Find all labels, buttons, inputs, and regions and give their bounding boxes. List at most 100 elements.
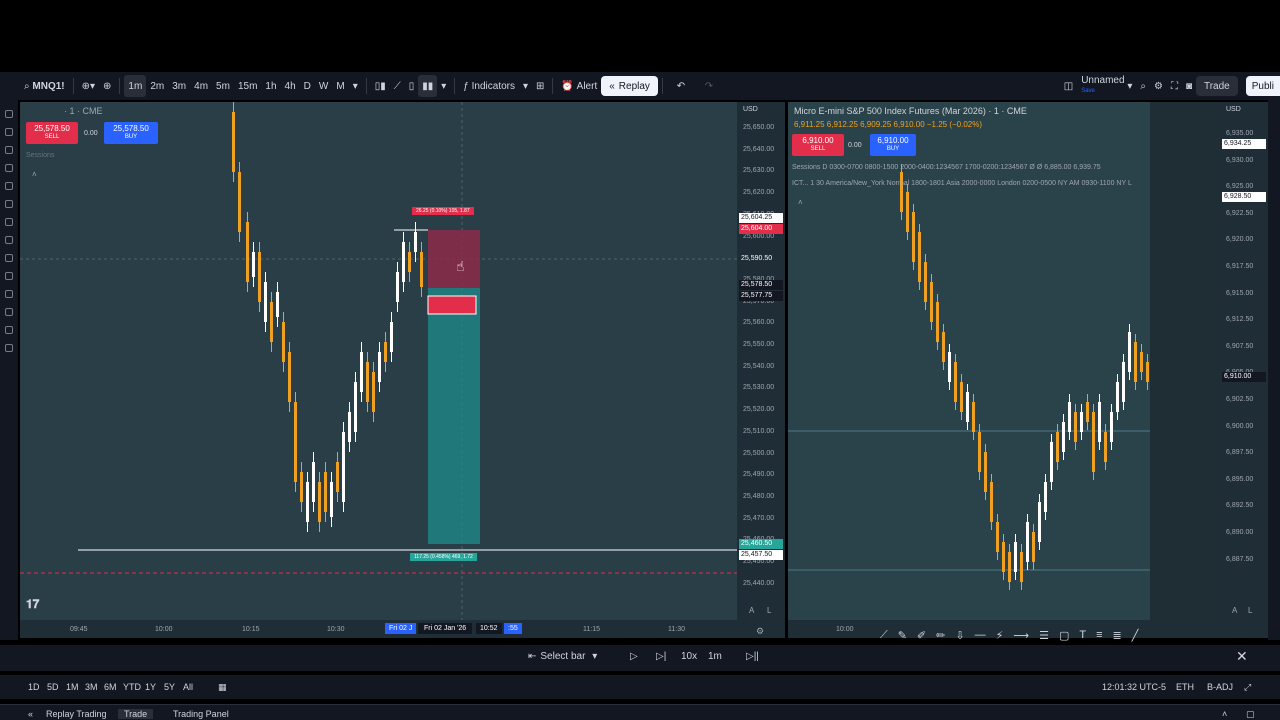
bars-icon[interactable]: ▯	[405, 75, 419, 97]
collapse-legend-icon[interactable]: ˄	[798, 198, 803, 207]
trade-button[interactable]: Trade	[1195, 76, 1238, 96]
cursor-icon[interactable]	[5, 110, 13, 118]
interval-1h[interactable]: 1h	[261, 75, 280, 97]
interval-15m[interactable]: 15m	[234, 75, 261, 97]
line-icon[interactable]: ╱	[1132, 629, 1139, 642]
buy-button[interactable]: 6,910.00 BUY	[870, 134, 916, 156]
chart-type-dropdown-icon[interactable]: ▾	[437, 75, 450, 97]
brush-icon[interactable]	[5, 164, 13, 172]
fib-icon[interactable]: ⚡	[996, 629, 1004, 642]
alert-button[interactable]: ⏰ Alert	[557, 75, 601, 97]
log-scale-toggle[interactable]: L	[1248, 606, 1252, 615]
camera-icon[interactable]: ◙	[1182, 75, 1196, 97]
auto-scale-toggle[interactable]: A	[1232, 606, 1237, 615]
compare-icon[interactable]: ⊕▾	[78, 75, 99, 97]
indicators-button[interactable]: ƒ Indicators	[459, 75, 519, 97]
gear-icon[interactable]: ⚙	[1150, 75, 1167, 97]
left-chart-canvas[interactable]	[20, 102, 737, 620]
chart-type-icon[interactable]: ▮▮	[418, 75, 438, 97]
rectangle-icon[interactable]: ▢	[1059, 629, 1069, 642]
interval-D[interactable]: D	[300, 75, 315, 97]
range-1y[interactable]: 1Y	[145, 682, 156, 692]
range-6m[interactable]: 6M	[104, 682, 117, 692]
replay-button[interactable]: « Replay	[601, 76, 658, 96]
range-5d[interactable]: 5D	[47, 682, 59, 692]
interval-4h[interactable]: 4h	[281, 75, 300, 97]
speed-button[interactable]: 10x	[681, 651, 697, 662]
log-scale-toggle[interactable]: L	[767, 606, 771, 615]
adjustment-toggle[interactable]: B-ADJ	[1207, 682, 1233, 692]
calendar-icon[interactable]: ▦	[218, 682, 227, 693]
fib-icon[interactable]	[5, 146, 13, 154]
redo-icon[interactable]: ↷	[695, 75, 723, 97]
interval-5m[interactable]: 5m	[212, 75, 234, 97]
text-icon[interactable]: T	[1079, 629, 1086, 641]
range-3m[interactable]: 3M	[85, 682, 98, 692]
right-chart-title[interactable]: Micro E-mini S&P 500 Index Futures (Mar …	[794, 106, 1027, 116]
replay-interval-button[interactable]: 1m	[708, 651, 722, 662]
symbol-search[interactable]: ⌕ MNQ1!	[20, 75, 69, 97]
left-price-axis[interactable]: USD 25,650.00 25,640.00 25,630.00 25,620.00…	[737, 102, 785, 620]
trash-icon[interactable]	[5, 344, 13, 352]
line-chart-icon[interactable]: ⟋	[390, 75, 405, 97]
add-symbol-icon[interactable]: ⊕	[99, 75, 115, 97]
currency-label[interactable]: USD	[1226, 106, 1241, 113]
trend-line-icon[interactable]: ⟋	[880, 629, 888, 642]
collapse-panel-icon[interactable]: «	[28, 709, 33, 719]
currency-label[interactable]: USD	[743, 106, 758, 113]
publish-button[interactable]: Publi	[1245, 76, 1280, 96]
text-icon[interactable]	[5, 182, 13, 190]
jump-to-realtime-icon[interactable]: ▷||	[746, 651, 759, 662]
candles-icon[interactable]: ▯▮	[371, 75, 390, 97]
lock-icon[interactable]	[5, 308, 13, 316]
range-ytd[interactable]: YTD	[123, 682, 141, 692]
quick-search-icon[interactable]: ⌕	[1136, 75, 1150, 97]
interval-M[interactable]: M	[332, 75, 348, 97]
layout-icon[interactable]: ◫	[1060, 75, 1077, 97]
chevron-up-icon[interactable]: ˄	[1222, 709, 1227, 719]
tab-replay-trading[interactable]: Replay Trading	[46, 709, 107, 719]
magnet-icon[interactable]	[5, 290, 13, 298]
interval-2m[interactable]: 2m	[146, 75, 168, 97]
play-icon[interactable]: ▷	[630, 651, 638, 662]
auto-scale-toggle[interactable]: A	[749, 606, 754, 615]
gear-icon[interactable]: ⚙	[756, 626, 764, 637]
right-price-axis[interactable]: USD 6,935.00 6,930.00 6,925.00 6,922.50 6,92…	[1220, 102, 1268, 620]
horizontal-line-icon[interactable]: —	[975, 629, 986, 641]
sell-button[interactable]: 25,578.50 SELL	[26, 122, 78, 144]
step-forward-icon[interactable]: ▷|	[656, 651, 666, 662]
session-toggle[interactable]: ETH	[1176, 682, 1194, 692]
interval-3m[interactable]: 3m	[168, 75, 190, 97]
shapes-icon[interactable]	[5, 236, 13, 244]
select-bar-button[interactable]: ⇤ Select bar ▾	[528, 651, 597, 662]
indicators-dropdown-icon[interactable]: ▾	[519, 75, 532, 97]
ruler-icon[interactable]	[5, 254, 13, 262]
left-chart-pane[interactable]: · 1 · CME 25,578.50 SELL 0.00 25,578.50 …	[20, 102, 737, 620]
list-icon[interactable]: ≡	[1096, 629, 1102, 641]
trendline-icon[interactable]	[5, 128, 13, 136]
eye-icon[interactable]	[5, 326, 13, 334]
settings-lines-icon[interactable]: ≣	[1113, 629, 1122, 642]
interval-dropdown-icon[interactable]: ▾	[349, 75, 362, 97]
range-all[interactable]: All	[183, 682, 193, 692]
arrow-down-icon[interactable]: ⇩	[955, 629, 964, 642]
interval-1m[interactable]: 1m	[124, 75, 147, 97]
templates-icon[interactable]: ⊞	[532, 75, 548, 97]
undo-icon[interactable]: ↶	[667, 75, 695, 97]
sell-button[interactable]: 6,910.00 SELL	[792, 134, 844, 156]
maximize-icon[interactable]: ▢	[1246, 709, 1255, 720]
forecast-icon[interactable]	[5, 218, 13, 226]
brush-icon[interactable]: ✐	[917, 629, 926, 642]
layout-name-button[interactable]: Unnamed Save ▾	[1077, 75, 1136, 97]
channel-icon[interactable]: ☰	[1039, 629, 1049, 642]
fullscreen-icon[interactable]: ⛶	[1167, 75, 1182, 97]
zoom-icon[interactable]	[5, 272, 13, 280]
range-1d[interactable]: 1D	[28, 682, 40, 692]
status-time[interactable]: 12:01:32 UTC-5	[1102, 682, 1166, 692]
interval-4m[interactable]: 4m	[190, 75, 212, 97]
close-icon[interactable]: ✕	[1236, 648, 1248, 665]
tab-trading-panel[interactable]: Trading Panel	[173, 709, 229, 719]
interval-W[interactable]: W	[315, 75, 332, 97]
pattern-icon[interactable]	[5, 200, 13, 208]
pen-icon[interactable]: ✎	[898, 629, 907, 642]
